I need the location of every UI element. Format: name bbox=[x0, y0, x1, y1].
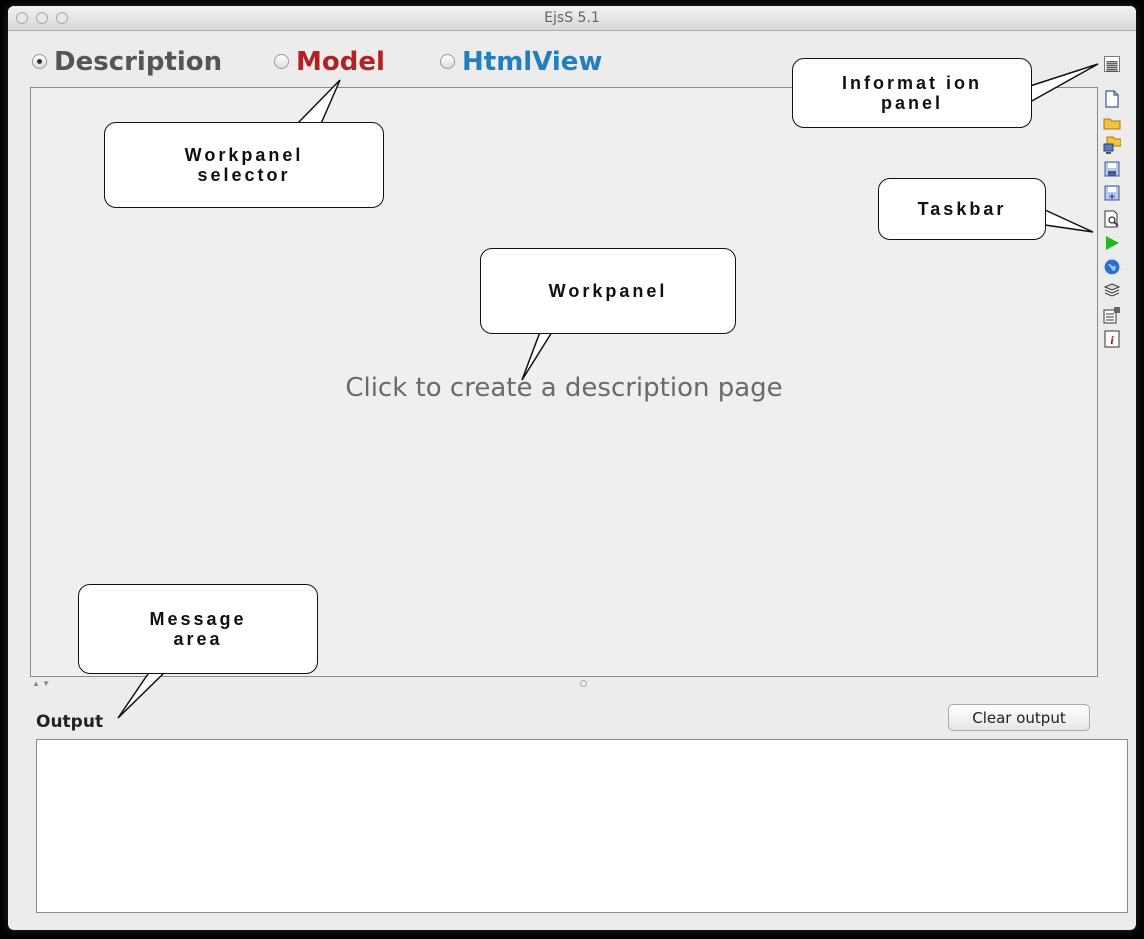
new-file-icon[interactable] bbox=[1102, 88, 1122, 110]
model-radio[interactable] bbox=[274, 54, 289, 69]
search-icon[interactable] bbox=[1102, 208, 1122, 230]
save-as-icon[interactable] bbox=[1102, 182, 1122, 204]
create-description-text[interactable]: Click to create a description page bbox=[31, 373, 1097, 403]
run-icon[interactable] bbox=[1102, 232, 1122, 254]
workpanel-callout: Workpanel bbox=[480, 248, 736, 334]
clear-output-button[interactable]: Clear output bbox=[948, 704, 1090, 731]
message-area-callout: Message area bbox=[78, 584, 318, 674]
splitter-arrows[interactable]: ▲ ▼ bbox=[32, 679, 50, 688]
information-panel-callout: Informat ion panel bbox=[792, 58, 1032, 128]
splitter-handle[interactable] bbox=[580, 680, 587, 687]
description-radio[interactable] bbox=[32, 54, 47, 69]
taskbar-callout: Taskbar bbox=[878, 178, 1046, 240]
info-icon[interactable]: i bbox=[1102, 328, 1122, 350]
open-remote-icon[interactable] bbox=[1102, 134, 1122, 156]
tab-htmlview[interactable]: HtmlView bbox=[462, 47, 602, 77]
open-folder-icon[interactable] bbox=[1102, 112, 1122, 134]
package-icon[interactable] bbox=[1102, 280, 1122, 302]
window-title: EjsS 5.1 bbox=[544, 10, 600, 26]
htmlview-radio[interactable] bbox=[440, 54, 455, 69]
tab-description[interactable]: Description bbox=[54, 47, 222, 77]
message-area[interactable] bbox=[36, 739, 1128, 913]
workpanel-selector-callout: Workpanel selector bbox=[104, 122, 384, 208]
web-icon[interactable] bbox=[1102, 256, 1122, 278]
save-icon[interactable] bbox=[1102, 158, 1122, 180]
tab-model[interactable]: Model bbox=[296, 47, 385, 77]
options-icon[interactable] bbox=[1102, 304, 1122, 326]
output-label: Output bbox=[36, 712, 104, 732]
information-panel-icon[interactable]: ▦ bbox=[1104, 56, 1120, 73]
title-bar: EjsS 5.1 bbox=[8, 6, 1136, 31]
